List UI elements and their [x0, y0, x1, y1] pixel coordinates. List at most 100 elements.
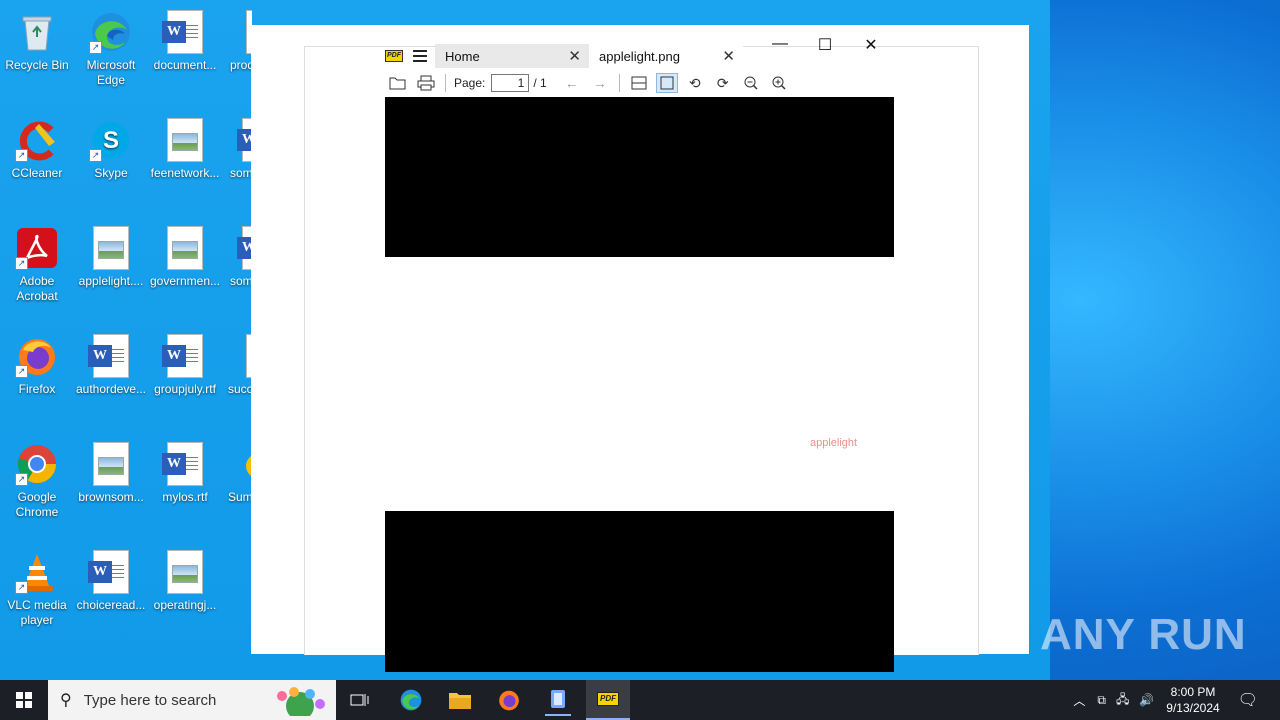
tab-home[interactable]: Home ✕ [435, 44, 589, 68]
page-number-input[interactable]: 1 [491, 74, 530, 92]
zoom-out-icon[interactable] [740, 73, 762, 93]
system-tray: ︿ ⧉ 🖧 🔊 8:00 PM 9/13/2024 🗨 [1073, 680, 1280, 720]
rotate-right-icon[interactable]: ⟳ [712, 73, 734, 93]
desktop-icon-choiceread[interactable]: choiceread... [74, 544, 148, 613]
page-label: Page: [454, 76, 486, 90]
word-doc-icon [162, 10, 207, 54]
desktop-icon-label: Firefox [18, 382, 56, 396]
desktop-icon-label: feenetwork... [150, 166, 220, 180]
clock[interactable]: 8:00 PM 9/13/2024 [1166, 684, 1219, 716]
desktop-icon-label: brownsom... [78, 490, 144, 504]
desktop-icon-label: applelight.... [78, 274, 144, 288]
desktop-icon-groupjuly[interactable]: groupjuly.rtf [148, 328, 222, 397]
desktop-icon-skype[interactable]: S ↗ Skype [74, 112, 148, 181]
desktop-icon-mylos[interactable]: mylos.rtf [148, 436, 222, 505]
menu-icon[interactable] [413, 50, 427, 62]
fit-width-icon[interactable] [628, 73, 650, 93]
previous-page-icon[interactable]: ← [561, 73, 583, 93]
desktop-icon-label: governmen... [149, 274, 221, 288]
toolbar-separator [445, 74, 446, 92]
tab-label: Home [445, 48, 480, 64]
recycle-bin-icon [15, 10, 59, 54]
edge-icon: ↗ [89, 10, 133, 54]
firefox-icon: ↗ [15, 334, 59, 378]
desktop-icon-label: mylos.rtf [162, 490, 208, 504]
desktop-icon-ccleaner[interactable]: ↗ CCleaner [0, 112, 74, 181]
network-icon[interactable]: 🖧 [1116, 690, 1129, 711]
desktop-icon-authordeve[interactable]: authordeve... [74, 328, 148, 397]
desktop-icon-label: authordeve... [75, 382, 147, 396]
print-icon[interactable] [415, 73, 437, 93]
search-box[interactable]: ⚲ Type here to search [48, 680, 336, 720]
chevron-up-icon[interactable]: ︿ [1073, 692, 1085, 709]
notifications-icon[interactable]: 🗨 [1238, 690, 1258, 710]
shortcut-arrow-icon: ↗ [15, 581, 28, 594]
desktop-icon-label: document... [153, 58, 217, 72]
desktop-icon-vlc[interactable]: ↗ VLC media player [0, 544, 74, 628]
desktop-icon-document[interactable]: document... [148, 4, 222, 73]
desktop-icon-som-2[interactable]: som [222, 220, 252, 289]
tab-label: applelight.png [599, 48, 680, 64]
desktop-icon-recycle-bin[interactable]: Recycle Bin [0, 4, 74, 73]
open-folder-icon[interactable] [387, 73, 409, 93]
minimize-button[interactable]: — [768, 35, 792, 53]
image-file-icon [89, 226, 133, 270]
desktop-icon-succ[interactable]: succ [222, 328, 252, 397]
vlc-icon: ↗ [15, 550, 59, 594]
meet-now-icon[interactable]: ⧉ [1097, 693, 1106, 708]
clock-date: 9/13/2024 [1166, 701, 1220, 715]
desktop-icon-prod[interactable]: prod [222, 4, 252, 73]
file-explorer-icon[interactable] [447, 688, 473, 712]
word-doc-icon [88, 334, 133, 378]
desktop-icon-label: Google Chrome [15, 490, 59, 519]
desktop-icon-label: operatingj... [153, 598, 217, 612]
close-window-button[interactable]: ✕ [859, 35, 883, 55]
search-icon: ⚲ [60, 692, 72, 709]
next-page-icon[interactable]: → [589, 73, 611, 93]
tab-applelight[interactable]: applelight.png ✕ [589, 44, 743, 68]
task-view-icon[interactable] [347, 688, 373, 712]
close-icon[interactable]: ✕ [722, 47, 735, 65]
shortcut-arrow-icon: ↗ [15, 257, 28, 270]
rotate-left-icon[interactable]: ⟲ [684, 73, 706, 93]
desktop-icon-label: groupjuly.rtf [154, 382, 216, 396]
start-button[interactable] [0, 680, 48, 720]
desktop-icon-applelight[interactable]: applelight.... [74, 220, 148, 289]
image-file-icon [163, 118, 207, 162]
edge-taskbar-icon[interactable] [398, 688, 424, 712]
close-icon[interactable]: ✕ [568, 47, 581, 65]
desktop-icon-label: CCleaner [11, 166, 63, 180]
image-file-icon [163, 550, 207, 594]
firefox-taskbar-icon[interactable] [496, 688, 522, 712]
taskbar: ⚲ Type here to search PDF ︿ ⧉ 🖧 🔊 8:00 P… [0, 680, 1280, 720]
desktop-icon-edge[interactable]: ↗ Microsoft Edge [74, 4, 148, 88]
desktop-icon-feenetwork[interactable]: feenetwork... [148, 112, 222, 181]
desktop-icon-chrome[interactable]: ↗ Google Chrome [0, 436, 74, 520]
desktop-icon-acrobat[interactable]: ↗ Adobe Acrobat [0, 220, 74, 304]
pdf-viewer-taskbar-icon[interactable]: PDF [586, 680, 630, 720]
word-doc-icon [162, 442, 207, 486]
word-doc-icon [162, 334, 207, 378]
desktop-icon-operatingj[interactable]: operatingj... [148, 544, 222, 613]
word-doc-icon [88, 550, 133, 594]
desktop-icon-som-1[interactable]: som [222, 112, 252, 181]
desktop-icon-firefox[interactable]: ↗ Firefox [0, 328, 74, 397]
windows-logo-icon [16, 692, 32, 708]
desktop-icon-label: VLC media player [7, 598, 67, 627]
desktop-icon-brownsom[interactable]: brownsom... [74, 436, 148, 505]
desktop-icon-label: som [230, 274, 252, 288]
chrome-icon: ↗ [15, 442, 59, 486]
fit-page-icon[interactable] [655, 73, 678, 93]
maximize-button[interactable]: ☐ [813, 35, 837, 55]
app-taskbar-icon[interactable] [545, 684, 571, 716]
clock-time: 8:00 PM [1170, 685, 1216, 699]
toolbar-separator [618, 74, 620, 92]
app-logo-icon: PDF [385, 50, 403, 62]
desktop-icon-sum[interactable]: Sum [222, 436, 252, 505]
desktop-icon-label: som [230, 166, 252, 180]
desktop-icon-label: prod [230, 58, 252, 72]
zoom-in-icon[interactable] [768, 73, 790, 93]
document-text: applelight [810, 437, 858, 449]
desktop-icon-governmen[interactable]: governmen... [148, 220, 222, 289]
volume-icon[interactable]: 🔊 [1139, 693, 1154, 707]
